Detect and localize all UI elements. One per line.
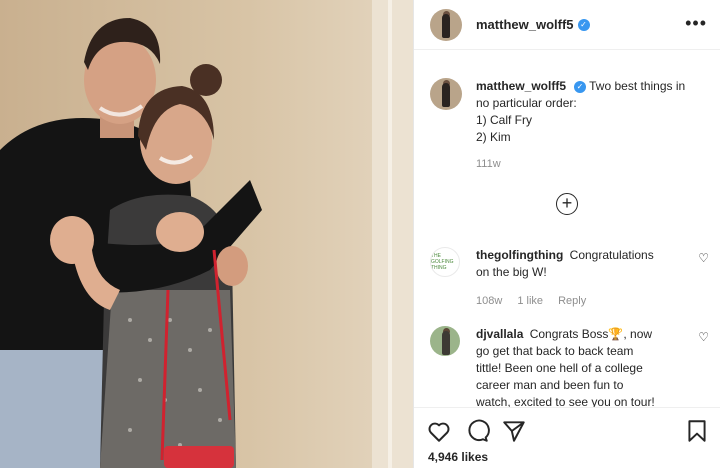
caption-line: Two best things in (589, 79, 686, 93)
comment-reply-link[interactable]: Reply (558, 295, 586, 307)
caption-line: 1) Calf Fry (476, 113, 533, 127)
load-more-comments-icon[interactable]: + (556, 193, 578, 215)
comment-text: Congrats Boss🏆, now (529, 327, 653, 341)
post-caption: matthew_wolff5 ✓ Two best things in no pa… (430, 78, 710, 146)
post-action-bar: 4,946 likes (414, 407, 720, 468)
comment-text: on the big W! (476, 265, 547, 279)
comment-like-heart-icon[interactable]: ♡ (698, 330, 709, 344)
comment-item: THE GOLFING THING thegolfingthing Congra… (430, 247, 715, 310)
post-header: matthew_wolff5 ✓ ••• (414, 0, 720, 50)
avatar-logo-text: THE GOLFING THING (431, 253, 454, 271)
commenter-username[interactable]: djvallala (476, 327, 523, 341)
comment-like-heart-icon[interactable]: ♡ (698, 251, 709, 265)
like-heart-icon[interactable] (426, 418, 452, 444)
comment-body: thegolfingthing Congratulations on the b… (476, 247, 686, 310)
likes-count[interactable]: 4,946 likes (428, 450, 488, 464)
comment-likes[interactable]: 1 like (517, 295, 543, 307)
verified-badge-icon: ✓ (577, 18, 590, 31)
comment-body: djvallala Congrats Boss🏆, now go get tha… (476, 326, 686, 411)
commenter-avatar[interactable]: THE GOLFING THING (430, 247, 460, 277)
comment-time: 108w (476, 295, 503, 307)
author-avatar[interactable] (430, 8, 462, 41)
comment-bubble-icon[interactable] (464, 418, 490, 444)
caption-text: matthew_wolff5 ✓ Two best things in no pa… (476, 78, 706, 146)
save-bookmark-icon[interactable] (684, 418, 710, 444)
commenter-avatar[interactable] (430, 326, 460, 356)
instagram-post-view: matthew_wolff5 ✓ ••• matthew_wolff5 ✓ Two… (0, 0, 720, 468)
caption-timestamp: 111w (476, 158, 501, 170)
caption-line: 2) Kim (476, 130, 511, 144)
post-photo[interactable] (0, 0, 413, 468)
caption-username[interactable]: matthew_wolff5 (476, 79, 566, 93)
comment-meta: 108w 1 like Reply (476, 293, 686, 310)
author-username[interactable]: matthew_wolff5 (476, 17, 574, 32)
verified-badge-icon: ✓ (574, 80, 587, 93)
caption-author-avatar[interactable] (430, 78, 462, 110)
comment-text: career man and been fun to (476, 378, 624, 392)
couple-photo-illustration (0, 0, 413, 468)
caption-line: no particular order: (476, 96, 577, 110)
share-send-icon[interactable] (501, 418, 527, 444)
commenter-username[interactable]: thegolfingthing (476, 248, 563, 262)
post-sidebar: matthew_wolff5 ✓ ••• matthew_wolff5 ✓ Two… (413, 0, 720, 468)
comment-text: tittle! Been one hell of a college (476, 361, 643, 375)
comment-text: go get that back to back team (476, 344, 634, 358)
comment-item: djvallala Congrats Boss🏆, now go get tha… (430, 326, 715, 411)
more-options-icon[interactable]: ••• (685, 14, 707, 32)
comment-text: Congratulations (569, 248, 654, 262)
